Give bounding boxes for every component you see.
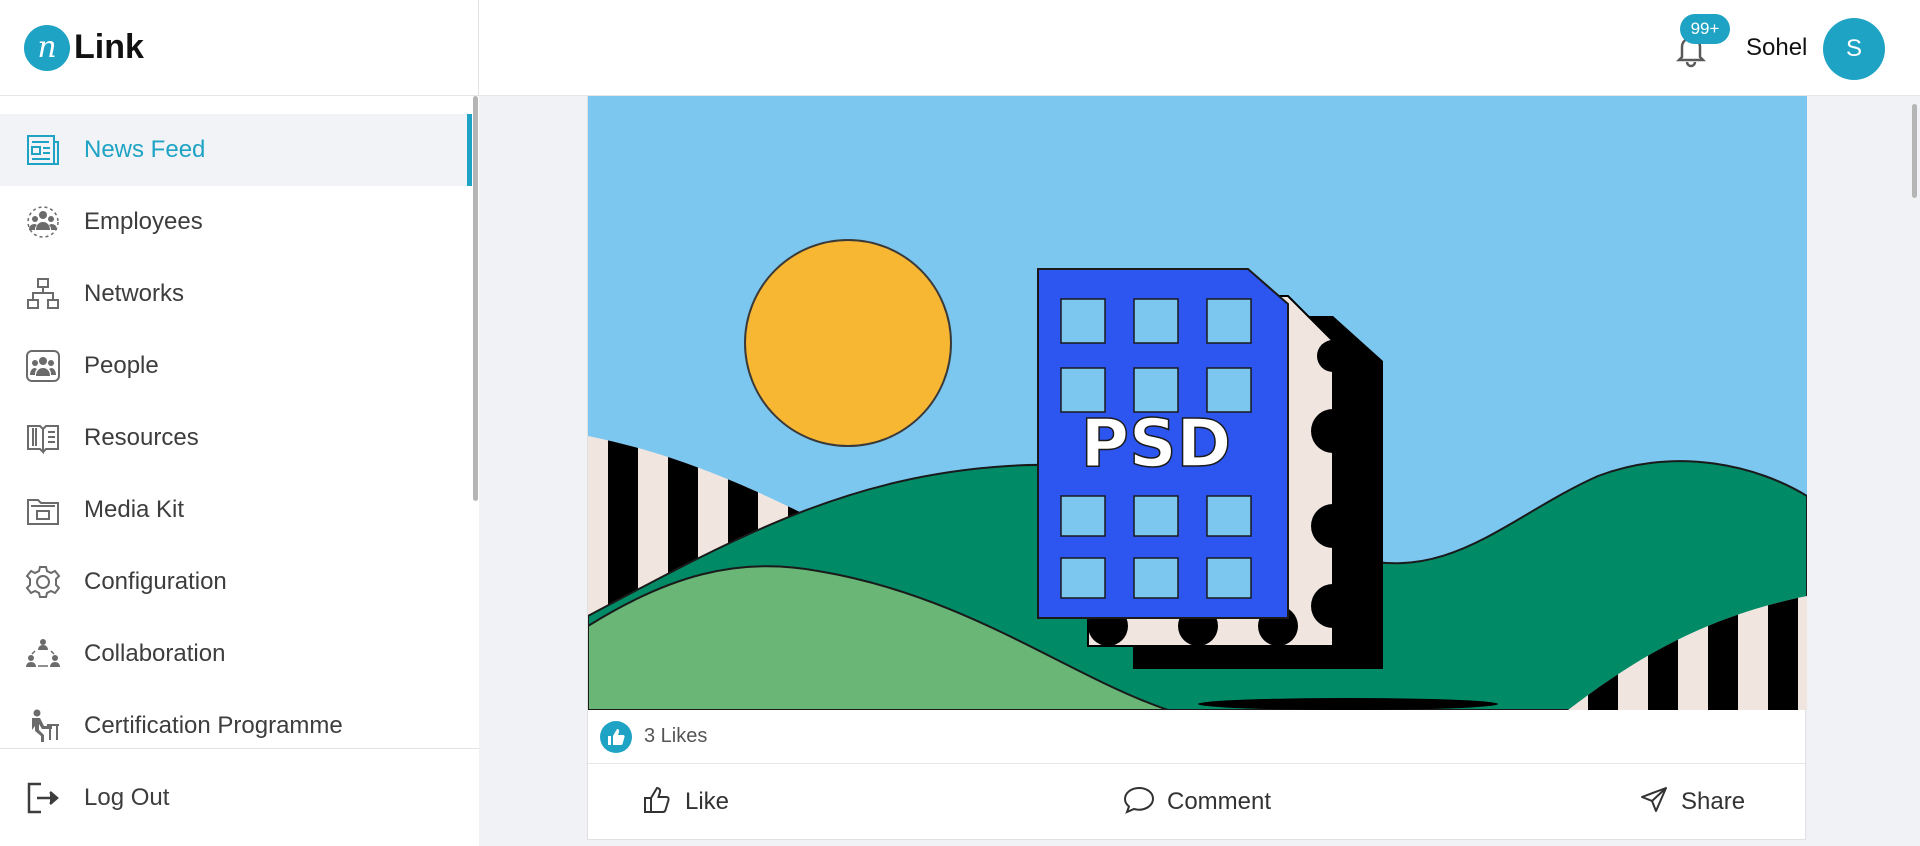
avatar[interactable]: S bbox=[1823, 18, 1885, 80]
sidebar-item-resources[interactable]: Resources bbox=[0, 402, 472, 474]
sidebar-item-label: Certification Programme bbox=[84, 712, 343, 739]
thumbs-up-icon bbox=[643, 785, 673, 820]
notification-badge: 99+ bbox=[1680, 14, 1730, 44]
network-icon bbox=[24, 275, 62, 313]
post-image[interactable]: PSD bbox=[588, 96, 1807, 710]
scrollbar-thumb[interactable] bbox=[1912, 104, 1917, 198]
comment-icon bbox=[1123, 785, 1155, 820]
post-actions: Like Comment Share bbox=[588, 764, 1807, 840]
newspaper-icon bbox=[24, 131, 62, 169]
main-scrollbar[interactable] bbox=[1908, 96, 1920, 846]
sidebar-item-label: Networks bbox=[84, 280, 185, 307]
send-icon bbox=[1639, 785, 1669, 820]
logout-button[interactable]: Log Out bbox=[0, 748, 479, 846]
gear-icon bbox=[24, 563, 62, 601]
logout-icon bbox=[24, 779, 62, 817]
sidebar-scrollbar[interactable] bbox=[472, 96, 479, 748]
sidebar-item-label: Resources bbox=[84, 424, 199, 451]
share-button[interactable]: Share bbox=[1639, 764, 1745, 840]
thumbs-up-icon bbox=[600, 720, 632, 753]
likes-summary: 3 Likes bbox=[588, 710, 1807, 764]
top-header: 99+ Sohel S bbox=[479, 0, 1920, 96]
sidebar-item-label: Media Kit bbox=[84, 496, 185, 523]
user-name[interactable]: Sohel bbox=[1746, 34, 1807, 62]
certification-icon bbox=[24, 707, 62, 745]
sidebar-item-label: Collaboration bbox=[84, 640, 226, 667]
sidebar-item-employees[interactable]: Employees bbox=[0, 186, 472, 258]
post-image-text: PSD bbox=[1081, 405, 1232, 482]
sidebar: n Link News Feed Employees Networks Peop… bbox=[0, 0, 479, 846]
sidebar-item-label: News Feed bbox=[84, 136, 206, 163]
book-icon bbox=[24, 419, 62, 457]
sidebar-item-news-feed[interactable]: News Feed bbox=[0, 114, 472, 186]
logo-text: Link bbox=[74, 28, 144, 66]
logo-mark: n bbox=[24, 24, 70, 71]
like-button[interactable]: Like bbox=[643, 764, 729, 840]
scrollbar-thumb[interactable] bbox=[473, 96, 478, 501]
sidebar-item-media-kit[interactable]: Media Kit bbox=[0, 474, 472, 546]
sidebar-item-label: Configuration bbox=[84, 568, 227, 595]
sidebar-item-label: Employees bbox=[84, 208, 203, 235]
share-label: Share bbox=[1681, 788, 1746, 815]
media-kit-icon bbox=[24, 491, 62, 529]
sidebar-item-certification-programme[interactable]: Certification Programme bbox=[0, 690, 472, 748]
comment-button[interactable]: Comment bbox=[1123, 764, 1271, 840]
sidebar-item-people[interactable]: People bbox=[0, 330, 472, 402]
post-card: PSD 3 Likes Like Comment Share bbox=[587, 96, 1807, 840]
sidebar-item-networks[interactable]: Networks bbox=[0, 258, 472, 330]
sidebar-item-configuration[interactable]: Configuration bbox=[0, 546, 472, 618]
logout-label: Log Out bbox=[84, 783, 170, 811]
sidebar-nav: News Feed Employees Networks People Reso… bbox=[0, 96, 472, 748]
sidebar-item-label: People bbox=[84, 352, 159, 379]
likes-count[interactable]: 3 Likes bbox=[644, 725, 707, 748]
comment-label: Comment bbox=[1167, 788, 1272, 815]
like-label: Like bbox=[685, 788, 730, 815]
logo[interactable]: n Link bbox=[0, 0, 478, 96]
people-icon bbox=[24, 347, 62, 385]
collaboration-icon bbox=[24, 635, 62, 673]
sidebar-item-collaboration[interactable]: Collaboration bbox=[0, 618, 472, 690]
employees-icon bbox=[24, 203, 62, 241]
